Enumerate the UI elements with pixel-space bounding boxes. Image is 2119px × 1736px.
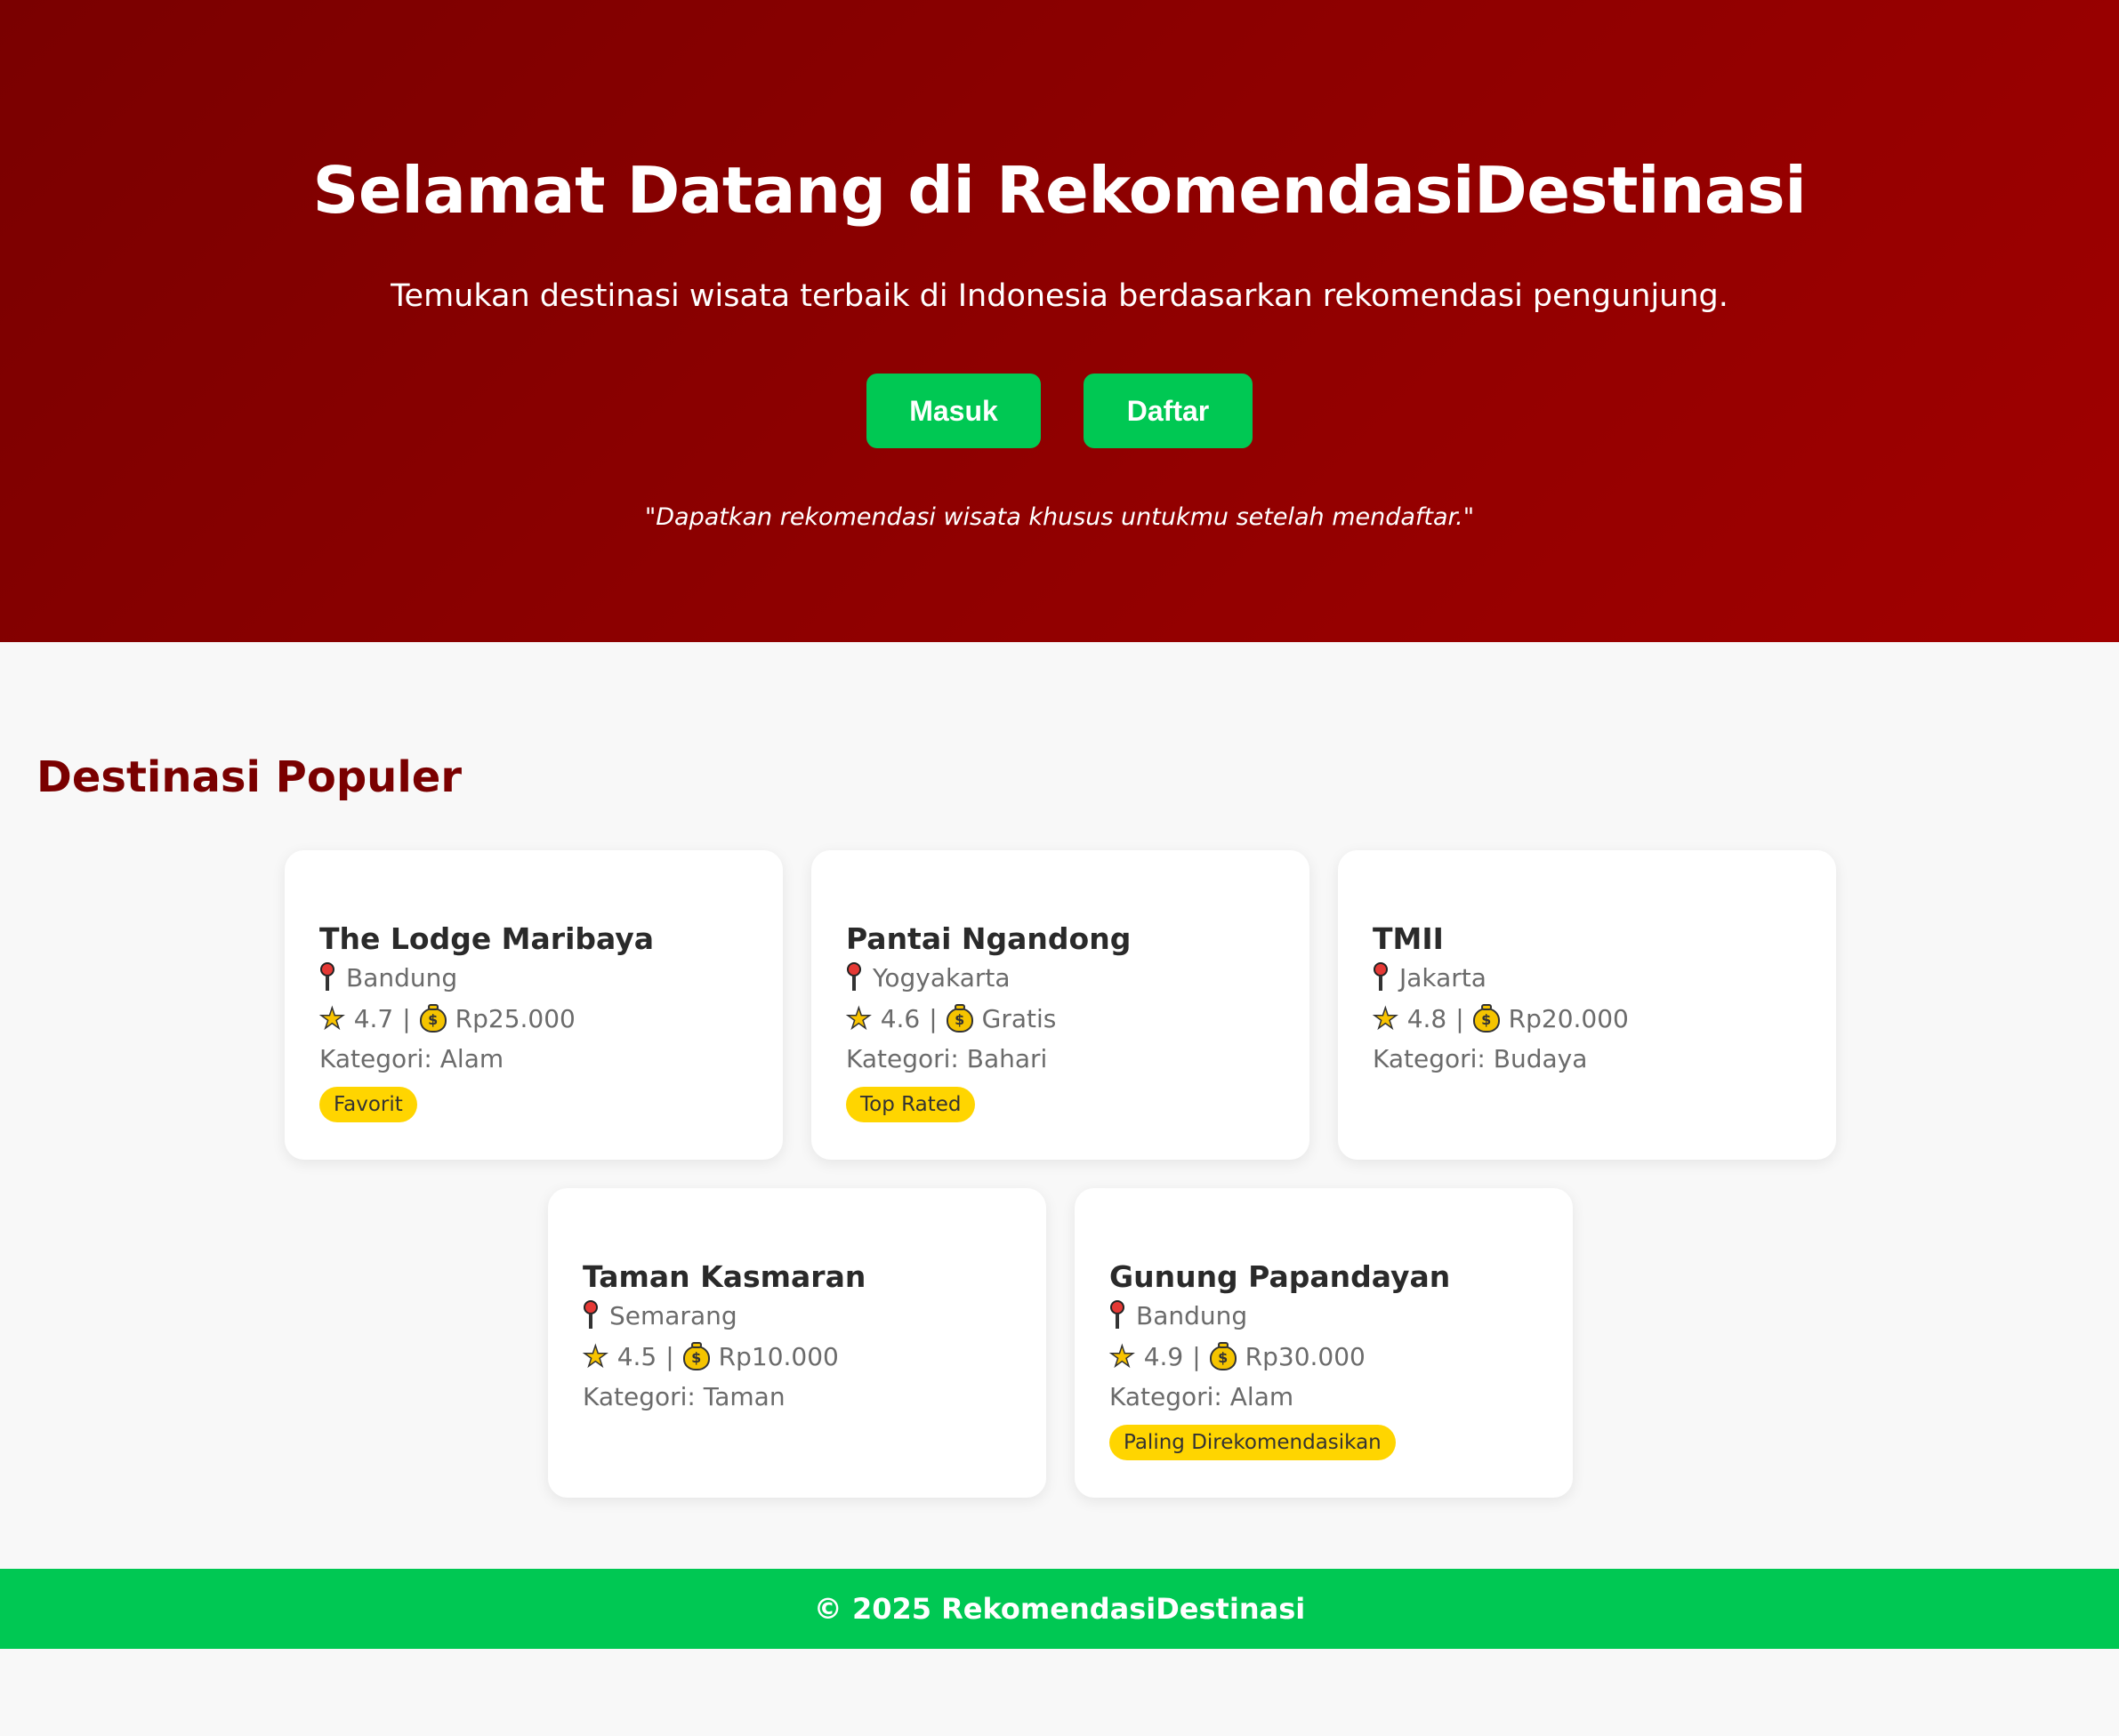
hero-actions: Masuk Daftar — [0, 374, 2119, 448]
location-pin-icon — [583, 1300, 599, 1330]
destination-card[interactable]: Pantai Ngandong Yogyakarta ★ 4.6 | Grati… — [811, 850, 1309, 1160]
destination-name: The Lodge Maribaya — [319, 921, 655, 956]
hero-subtitle: Temukan destinasi wisata terbaik di Indo… — [391, 278, 1728, 314]
destination-category: Kategori: Bahari — [846, 1044, 1048, 1073]
destination-location: Yogyakarta — [873, 962, 1011, 993]
destination-rating: 4.9 — [1143, 1341, 1184, 1371]
money-bag-icon — [946, 1004, 973, 1033]
hero-title: Selamat Datang di RekomendasiDestinasi — [312, 153, 1807, 228]
footer: © 2025 RekomendasiDestinasi — [0, 1569, 2119, 1649]
destination-name: Pantai Ngandong — [846, 921, 1132, 956]
destination-location: Bandung — [346, 962, 458, 993]
star-icon: ★ — [582, 1338, 608, 1374]
destination-card[interactable]: The Lodge Maribaya Bandung ★ 4.7 | Rp25.… — [285, 850, 783, 1160]
destination-location: Jakarta — [1399, 962, 1487, 993]
destination-price: Rp10.000 — [718, 1341, 839, 1371]
destination-card[interactable]: TMII Jakarta ★ 4.8 | Rp20.000 Kategori: … — [1338, 850, 1836, 1160]
star-icon: ★ — [845, 1001, 872, 1036]
destination-location: Bandung — [1136, 1300, 1248, 1330]
location-pin-icon — [1109, 1300, 1125, 1330]
money-bag-icon — [1472, 1004, 1500, 1033]
register-button[interactable]: Daftar — [1084, 374, 1253, 448]
destination-name: Taman Kasmaran — [583, 1259, 866, 1294]
destination-location: Semarang — [609, 1300, 737, 1330]
destination-price: Rp20.000 — [1508, 1003, 1629, 1033]
destination-category: Kategori: Budaya — [1373, 1044, 1588, 1073]
money-bag-icon — [682, 1342, 710, 1370]
location-pin-icon — [319, 962, 335, 993]
destination-category: Kategori: Taman — [583, 1382, 786, 1411]
star-icon: ★ — [1372, 1001, 1398, 1036]
star-icon: ★ — [318, 1001, 345, 1036]
destination-rating: 4.6 — [880, 1003, 921, 1033]
destination-name: Gunung Papandayan — [1109, 1259, 1451, 1294]
hero-quote: "Dapatkan rekomendasi wisata khusus untu… — [644, 503, 1475, 531]
location-pin-icon — [1373, 962, 1389, 993]
destination-rating: 4.5 — [616, 1341, 657, 1371]
destination-badge: Top Rated — [846, 1087, 976, 1122]
location-pin-icon — [846, 962, 862, 993]
destination-badge: Paling Direkomendasikan — [1109, 1425, 1396, 1460]
destination-price: Gratis — [981, 1003, 1057, 1033]
destination-rating: 4.7 — [353, 1003, 394, 1033]
money-bag-icon — [419, 1004, 447, 1033]
destination-price: Rp25.000 — [455, 1003, 576, 1033]
destination-price: Rp30.000 — [1245, 1341, 1366, 1371]
section-title: Destinasi Populer — [36, 752, 463, 802]
destination-name: TMII — [1373, 921, 1444, 956]
destination-card[interactable]: Gunung Papandayan Bandung ★ 4.9 | Rp30.0… — [1075, 1188, 1573, 1498]
hero-banner: Selamat Datang di RekomendasiDestinasi T… — [0, 0, 2119, 642]
destination-card[interactable]: Taman Kasmaran Semarang ★ 4.5 | Rp10.000… — [548, 1188, 1046, 1498]
destination-category: Kategori: Alam — [319, 1044, 504, 1073]
money-bag-icon — [1209, 1342, 1237, 1370]
destination-category: Kategori: Alam — [1109, 1382, 1294, 1411]
star-icon: ★ — [1108, 1338, 1135, 1374]
destination-badge: Favorit — [319, 1087, 417, 1122]
destination-rating: 4.8 — [1406, 1003, 1447, 1033]
login-button[interactable]: Masuk — [866, 374, 1041, 448]
